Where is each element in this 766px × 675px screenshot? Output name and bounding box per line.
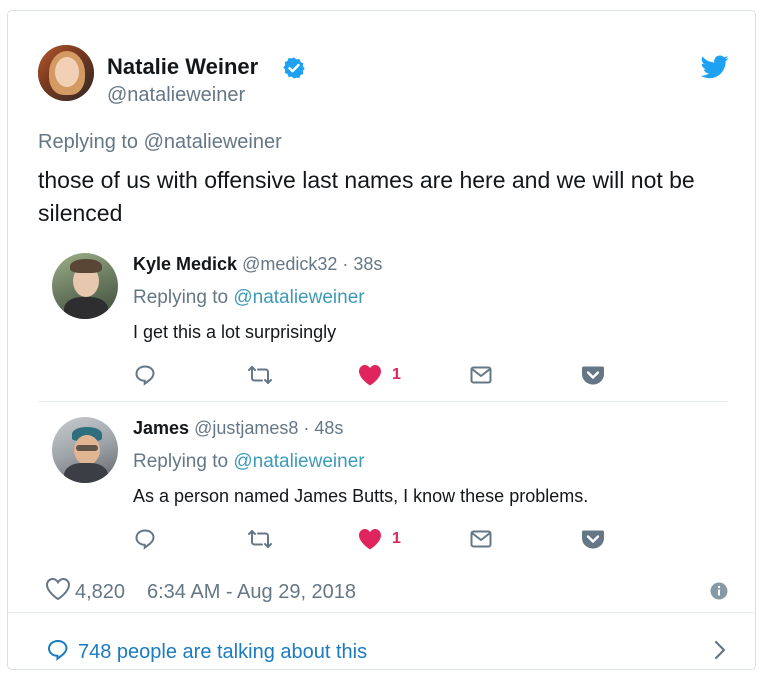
heart-outline-icon[interactable] — [45, 577, 71, 601]
replying-mention-link[interactable]: @natalieweiner — [144, 131, 282, 153]
reply-time[interactable]: · 48s — [303, 418, 343, 438]
replying-prefix: Replying to — [133, 451, 229, 472]
like-total[interactable]: 4,820 — [75, 581, 125, 604]
footer-divider — [8, 612, 755, 613]
verified-icon — [283, 57, 305, 79]
replying-prefix: Replying to — [38, 131, 139, 153]
reply-button[interactable] — [133, 360, 157, 390]
reply-text: As a person named James Butts, I know th… — [133, 486, 589, 506]
pocket-icon — [582, 366, 604, 385]
pocket-button[interactable] — [581, 524, 605, 554]
like-button[interactable]: 1 — [358, 524, 401, 554]
reply-icon — [135, 365, 155, 386]
chevron-right-icon[interactable] — [712, 639, 728, 661]
reply-author-line: James @justjames8 · 48s — [133, 418, 343, 439]
heart-filled-icon — [359, 529, 381, 550]
reply-divider — [38, 401, 728, 402]
direct-message-button[interactable] — [469, 524, 493, 554]
twitter-bird-icon[interactable] — [701, 55, 729, 79]
envelope-icon — [470, 366, 492, 384]
author-handle[interactable]: @natalieweiner — [107, 84, 245, 107]
reply-author-name[interactable]: Kyle Medick — [133, 254, 237, 274]
reply-replying-to-line: Replying to @natalieweiner — [133, 287, 365, 309]
tweet-text: those of us with offensive last names ar… — [38, 167, 695, 226]
reply-actions: 1 — [133, 524, 653, 554]
like-button[interactable]: 1 — [358, 360, 401, 390]
reply-author-name[interactable]: James — [133, 418, 189, 438]
like-count: 1 — [392, 530, 401, 547]
pocket-icon — [582, 530, 604, 549]
reply-avatar[interactable] — [52, 253, 118, 319]
replying-to-line: Replying to @natalieweiner — [38, 131, 282, 154]
retweet-icon — [248, 366, 272, 384]
author-avatar[interactable] — [38, 45, 94, 101]
reply-author-handle[interactable]: @justjames8 — [194, 418, 298, 438]
reply-time[interactable]: · 38s — [342, 254, 382, 274]
reply-button[interactable] — [133, 524, 157, 554]
reply-card[interactable]: James @justjames8 · 48s Replying to @nat… — [38, 405, 728, 555]
author-name[interactable]: Natalie Weiner — [107, 54, 258, 80]
retweet-button[interactable] — [246, 524, 274, 554]
heart-filled-icon — [359, 365, 381, 386]
envelope-icon — [470, 530, 492, 548]
retweet-button[interactable] — [246, 360, 274, 390]
pocket-button[interactable] — [581, 360, 605, 390]
reply-text: I get this a lot surprisingly — [133, 322, 337, 342]
reply-card[interactable]: Kyle Medick @medick32 · 38s Replying to … — [38, 241, 728, 391]
reply-actions: 1 — [133, 360, 653, 390]
reply-author-line: Kyle Medick @medick32 · 38s — [133, 254, 382, 275]
tweet-timestamp[interactable]: 6:34 AM - Aug 29, 2018 — [147, 581, 356, 604]
like-count: 1 — [392, 366, 401, 383]
reply-icon — [135, 529, 155, 550]
replying-prefix: Replying to — [133, 287, 229, 308]
speech-bubble-icon — [47, 639, 68, 661]
reply-author-handle[interactable]: @medick32 — [242, 254, 337, 274]
direct-message-button[interactable] — [469, 360, 493, 390]
replying-mention-link[interactable]: @natalieweiner — [233, 287, 364, 308]
replying-mention-link[interactable]: @natalieweiner — [233, 451, 364, 472]
conversation-link[interactable]: 748 people are talking about this — [78, 641, 367, 664]
reply-replying-to-line: Replying to @natalieweiner — [133, 451, 365, 473]
tweet-card: Natalie Weiner @natalieweiner Replying t… — [7, 10, 756, 670]
info-icon[interactable] — [710, 582, 728, 600]
reply-avatar[interactable] — [52, 417, 118, 483]
retweet-icon — [248, 530, 272, 548]
